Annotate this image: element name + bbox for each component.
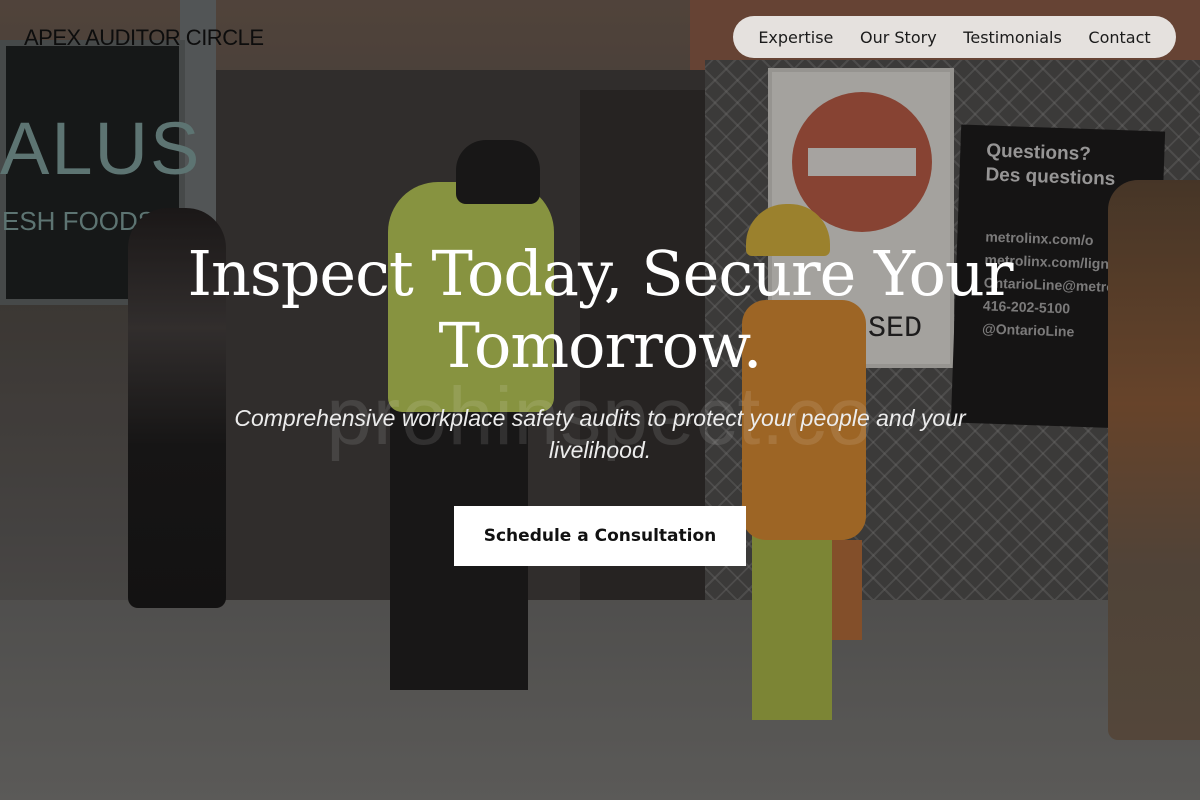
hero-title: Inspect Today, Secure Your Tomorrow.	[187, 237, 1014, 382]
nav-link-testimonials[interactable]: Testimonials	[963, 28, 1062, 47]
top-nav: Expertise Our Story Testimonials Contact	[733, 16, 1176, 58]
schedule-consultation-button[interactable]: Schedule a Consultation	[454, 506, 746, 566]
hero-subtitle: Comprehensive workplace safety audits to…	[234, 405, 966, 463]
nav-link-contact[interactable]: Contact	[1088, 28, 1150, 47]
nav-link-expertise[interactable]: Expertise	[758, 28, 833, 47]
nav-link-our-story[interactable]: Our Story	[860, 28, 937, 47]
brand-logo[interactable]: APEX AUDITOR CIRCLE	[24, 25, 264, 51]
